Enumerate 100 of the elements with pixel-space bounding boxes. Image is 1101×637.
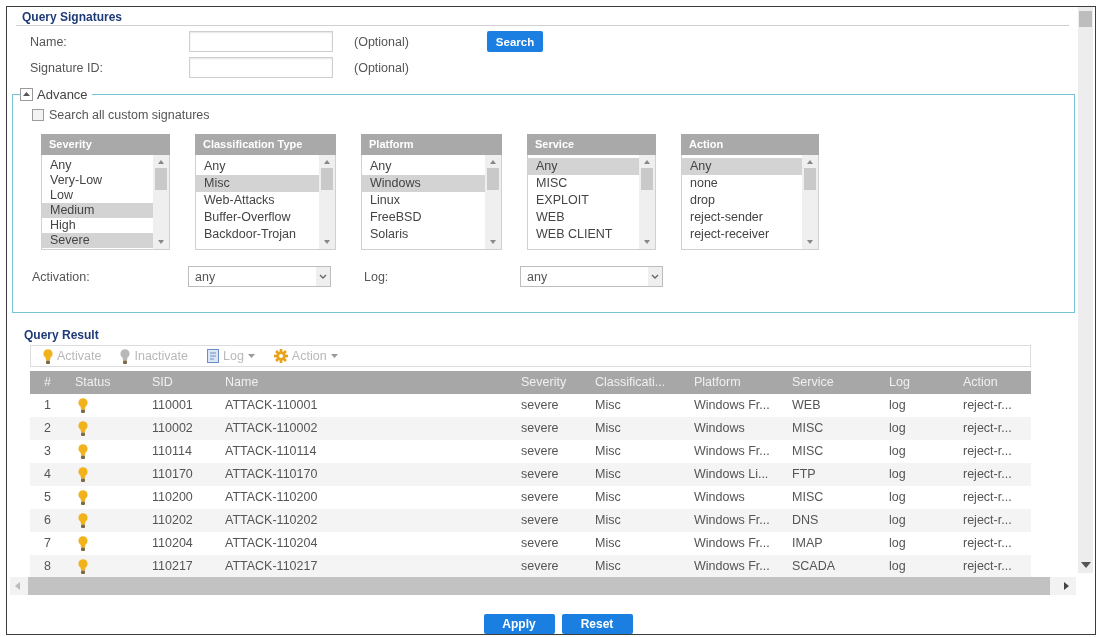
list-item[interactable]: MISC — [528, 175, 639, 192]
dropdown-field[interactable]: any — [520, 266, 663, 287]
chevron-down-icon — [316, 267, 330, 286]
field-hint: (Optional) — [354, 34, 409, 49]
list-item[interactable]: Backdoor-Trojan — [196, 226, 319, 243]
table-cell-text: ATTACK-110170 — [224, 466, 319, 483]
list-item[interactable]: Linux — [362, 192, 485, 209]
list-header: Service — [527, 134, 656, 155]
list-item[interactable]: Low — [42, 188, 153, 203]
list-header: Severity — [41, 134, 170, 155]
field-label: Name: — [30, 34, 67, 49]
section-title: Query Result — [24, 328, 99, 342]
table-cell-text: reject-r... — [962, 420, 1013, 437]
table-cell-text: severe — [520, 466, 560, 483]
chevron-down-icon — [648, 267, 662, 286]
table-cell-text: severe — [520, 443, 560, 460]
table-cell-text: Misc — [594, 420, 622, 437]
list-item[interactable]: none — [682, 175, 802, 192]
section-title: Query Signatures — [22, 10, 123, 24]
table-cell-text: ATTACK-110114 — [224, 443, 318, 460]
vertical-scrollbar[interactable] — [1078, 7, 1093, 573]
table-cell-text: severe — [520, 420, 560, 437]
table-cell-text: log — [888, 420, 907, 437]
search-button[interactable]: Search — [487, 31, 543, 52]
table-cell-text: Windows Fr... — [693, 397, 771, 414]
filter-label: Activation: — [32, 269, 90, 284]
horizontal-scrollbar[interactable] — [10, 577, 1076, 595]
table-cell-text: ATTACK-110202 — [224, 512, 319, 529]
table-cell-text: reject-r... — [962, 558, 1013, 575]
list-item[interactable]: Medium — [42, 203, 153, 218]
list-item[interactable]: Any — [362, 158, 485, 175]
table-cell-text: Misc — [594, 512, 622, 529]
list-item[interactable]: reject-sender — [682, 209, 802, 226]
table-cell-text: Misc — [594, 443, 622, 460]
dropdown-field[interactable]: any — [188, 266, 331, 287]
list-item[interactable]: Buffer-Overflow — [196, 209, 319, 226]
table-cell-text: Windows — [693, 489, 746, 506]
group-title: Advance — [37, 86, 88, 102]
list-header: Action — [681, 134, 819, 155]
lightbulb-icon — [120, 348, 131, 364]
table-cell-text: Windows Li... — [693, 466, 770, 483]
table-cell-text: 110217 — [151, 558, 194, 575]
table-cell-text: 110001 — [151, 397, 194, 414]
list-item[interactable]: Any — [42, 158, 153, 173]
table-cell-text: Windows Fr... — [693, 512, 771, 529]
list-header: Classification Type — [195, 134, 336, 155]
list-scrollbar[interactable] — [153, 155, 169, 249]
table-cell-text: severe — [520, 489, 560, 506]
table-cell-text: severe — [520, 558, 560, 575]
checkbox[interactable] — [32, 108, 44, 121]
table-cell-text: 3 — [43, 443, 52, 460]
list-scrollbar[interactable] — [802, 155, 818, 249]
table-cell-text: ATTACK-110200 — [224, 489, 319, 506]
list-scrollbar[interactable] — [639, 155, 655, 249]
list-item[interactable]: Misc — [196, 175, 319, 192]
table-cell-text: severe — [520, 397, 560, 414]
table-cell-text: 2 — [43, 420, 52, 437]
list-item[interactable]: Any — [528, 158, 639, 175]
list-item[interactable]: WEB CLIENT — [528, 226, 639, 243]
list-item[interactable]: reject-receiver — [682, 226, 802, 243]
list-scrollbar[interactable] — [319, 155, 335, 249]
list-item[interactable]: Any — [196, 158, 319, 175]
lightbulb-icon — [43, 348, 53, 364]
text-field[interactable] — [189, 57, 333, 78]
text-field[interactable] — [189, 31, 333, 52]
form-button[interactable]: Reset — [561, 614, 633, 634]
table-cell-text: 4 — [43, 466, 52, 483]
table-cell-text: ATTACK-110001 — [224, 397, 319, 414]
table-cell-text: ATTACK-110204 — [224, 535, 319, 552]
table-cell-text: Misc — [594, 558, 622, 575]
list-item[interactable]: High — [42, 218, 153, 233]
list-item[interactable]: Windows — [362, 175, 485, 192]
document-icon — [207, 349, 219, 363]
list-item[interactable]: FreeBSD — [362, 209, 485, 226]
list-item[interactable]: Very-Low — [42, 173, 153, 188]
list-item[interactable]: EXPLOIT — [528, 192, 639, 209]
table-cell-text: 110200 — [151, 489, 194, 506]
table-cell-text: reject-r... — [962, 512, 1013, 529]
table-cell-text: reject-r... — [962, 397, 1013, 414]
list-header: Platform — [361, 134, 502, 155]
form-button[interactable]: Apply — [483, 614, 555, 634]
table-cell-text: reject-r... — [962, 466, 1013, 483]
table-cell-text: Misc — [594, 489, 622, 506]
table-cell-text: Misc — [594, 466, 622, 483]
list-item[interactable]: Web-Attacks — [196, 192, 319, 209]
list-item[interactable]: Any — [682, 158, 802, 175]
list-scrollbar[interactable] — [485, 155, 501, 249]
table-cell-text: log — [888, 397, 907, 414]
table-cell-text: severe — [520, 512, 560, 529]
list-item[interactable]: WEB — [528, 209, 639, 226]
table-cell-text: 110114 — [151, 443, 193, 460]
table-cell-text: ATTACK-110217 — [224, 558, 319, 575]
table-cell-text: 110202 — [151, 512, 194, 529]
table-cell-text: SCADA — [791, 558, 837, 575]
list-item[interactable]: drop — [682, 192, 802, 209]
table-cell-text: FTP — [791, 466, 817, 483]
list-item[interactable]: Severe — [42, 233, 153, 248]
collapse-icon[interactable] — [20, 87, 33, 101]
gear-icon — [273, 349, 288, 363]
list-item[interactable]: Solaris — [362, 226, 485, 243]
